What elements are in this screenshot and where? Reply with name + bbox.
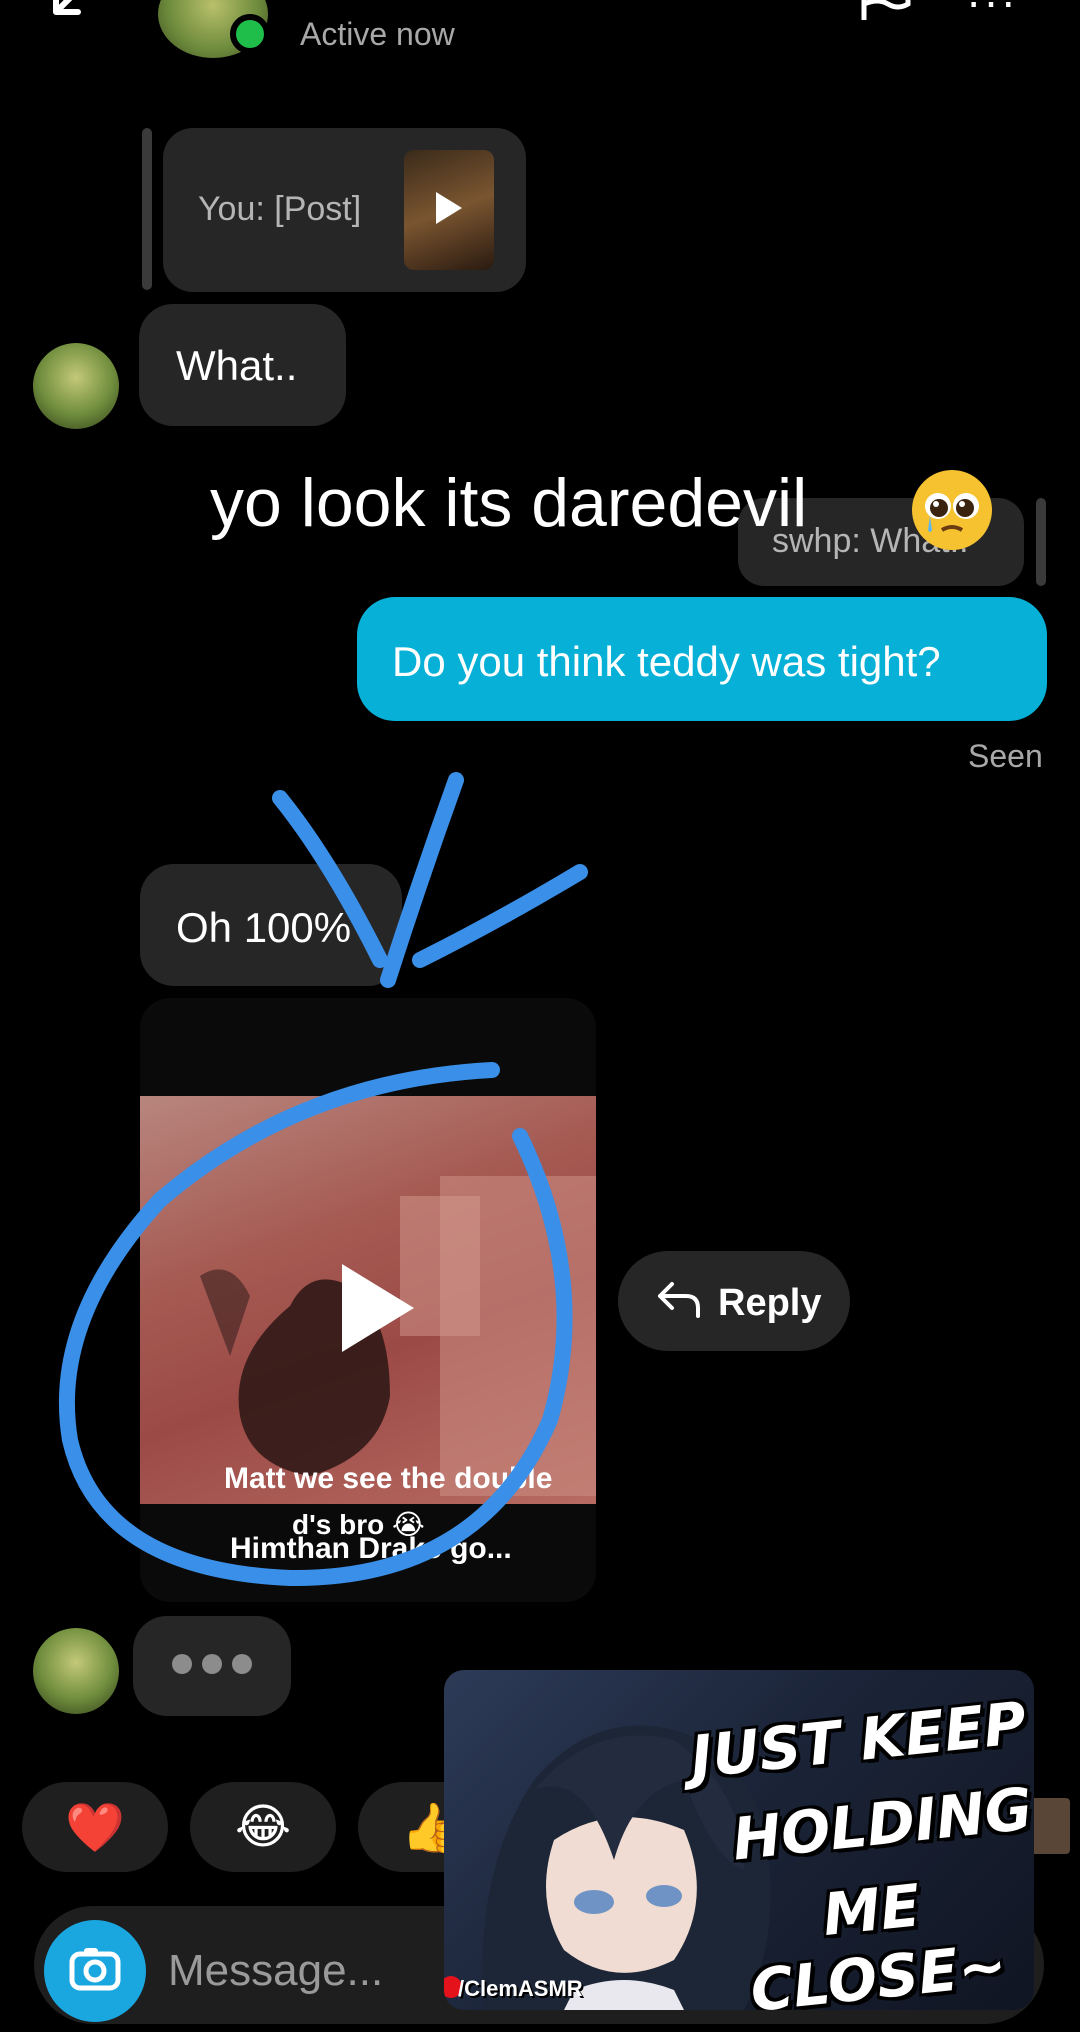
annotation-arrow-stroke (412, 864, 588, 968)
annotation-circle-stroke (58, 1062, 573, 1587)
hand-drawn-annotation (58, 772, 588, 1587)
annotation-arrow-stroke (272, 790, 388, 968)
